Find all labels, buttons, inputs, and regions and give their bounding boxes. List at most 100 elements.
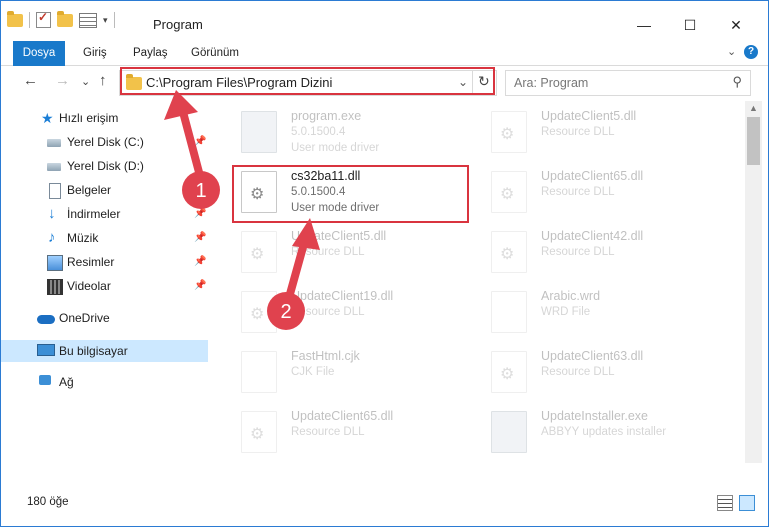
window-title: Program: [153, 17, 203, 32]
pin-icon[interactable]: 📌: [194, 232, 206, 243]
file-type: Resource DLL: [291, 246, 365, 258]
pin-icon[interactable]: 📌: [194, 136, 206, 147]
tab-giris[interactable]: Giriş: [73, 41, 117, 65]
dll-file-icon: ⚙: [241, 291, 277, 333]
gear-icon: ⚙: [250, 186, 265, 203]
file-item[interactable]: ⚙ UpdateClient5.dll Resource DLL: [479, 105, 719, 161]
file-name: UpdateClient19.dll: [291, 289, 394, 303]
file-item[interactable]: FastHtml.cjk CJK File: [229, 345, 469, 401]
search-input[interactable]: Ara: Program: [514, 76, 588, 90]
file-type: WRD File: [541, 306, 591, 318]
navigation-pane: ★ Hızlı erişim Yerel Disk (C:) 📌 Yerel D…: [1, 105, 208, 463]
address-dropdown-icon[interactable]: ⌄: [458, 75, 468, 89]
address-path[interactable]: C:\Program Files\Program Dizini: [146, 75, 332, 90]
dll-file-icon: ⚙: [491, 111, 527, 153]
sidebar-item-music[interactable]: ♪ Müzik 📌: [1, 227, 208, 249]
help-icon[interactable]: ?: [744, 45, 758, 59]
file-name: Arabic.wrd: [541, 289, 601, 303]
sidebar-item-this-pc[interactable]: Bu bilgisayar: [1, 340, 208, 362]
file-type: Resource DLL: [291, 426, 365, 438]
tab-gorunum[interactable]: Görünüm: [181, 41, 249, 65]
gear-icon: ⚙: [500, 186, 515, 203]
file-item[interactable]: Arabic.wrd WRD File: [479, 285, 719, 341]
file-item[interactable]: ⚙ UpdateClient65.dll Resource DLL: [479, 165, 719, 221]
folder-icon: [126, 74, 142, 90]
gear-icon: ⚙: [500, 366, 515, 383]
scroll-thumb[interactable]: [747, 117, 760, 165]
dll-file-icon: ⚙: [241, 231, 277, 273]
toolbar-divider: [29, 12, 30, 28]
maximize-button[interactable]: ☐: [667, 10, 713, 40]
search-icon[interactable]: ⚲: [732, 74, 742, 90]
file-version: 5.0.1500.4: [291, 186, 346, 198]
pin-icon[interactable]: 📌: [194, 280, 206, 291]
scroll-up-icon[interactable]: ▲: [749, 103, 758, 113]
sidebar-item-quick-access[interactable]: ★ Hızlı erişim: [1, 107, 208, 129]
address-divider: [472, 71, 473, 95]
recent-locations-button[interactable]: ⌄: [81, 75, 90, 88]
sidebar-item-pictures[interactable]: Resimler 📌: [1, 251, 208, 273]
details-view-icon[interactable]: [717, 495, 733, 511]
sidebar-item-local-disk-c[interactable]: Yerel Disk (C:) 📌: [1, 131, 208, 153]
up-button[interactable]: ↑: [99, 72, 107, 89]
file-item[interactable]: ⚙ UpdateClient65.dll Resource DLL: [229, 405, 469, 461]
sidebar-item-documents[interactable]: Belgeler: [1, 179, 208, 201]
file-name: UpdateInstaller.exe: [541, 409, 649, 423]
navigation-bar: ← → ⌄ ↑ C:\Program Files\Program Dizini …: [1, 66, 768, 100]
file-type: Resource DLL: [541, 246, 615, 258]
explorer-window: ▾ Program — ☐ ✕ Dosya Giriş Paylaş Görün…: [0, 0, 769, 527]
forward-button[interactable]: →: [55, 72, 70, 89]
vertical-scrollbar[interactable]: ▲: [745, 101, 762, 463]
file-item[interactable]: ⚙ UpdateClient5.dll Resource DLL: [229, 225, 469, 281]
sidebar-item-label: Belgeler: [67, 183, 112, 197]
gear-icon: ⚙: [250, 306, 265, 323]
sidebar-item-local-disk-d[interactable]: Yerel Disk (D:): [1, 155, 208, 177]
ribbon-tabs: Dosya Giriş Paylaş Görünüm ⌄ ?: [1, 41, 768, 97]
exe-file-icon: [241, 111, 277, 153]
refresh-button[interactable]: ↻: [478, 73, 490, 90]
file-item-cs32ba11[interactable]: ⚙ cs32ba11.dll 5.0.1500.4 User mode driv…: [229, 165, 469, 221]
customize-icon[interactable]: [79, 12, 97, 28]
file-item[interactable]: ⚙ UpdateClient19.dll Resource DLL: [229, 285, 469, 341]
drive-icon: [47, 163, 61, 171]
sidebar-item-downloads[interactable]: ↓ İndirmeler 📌: [1, 203, 208, 225]
sidebar-item-network[interactable]: Ağ: [1, 371, 208, 393]
file-type: Resource DLL: [541, 186, 615, 198]
sidebar-item-label: Yerel Disk (C:): [67, 135, 144, 149]
file-name: UpdateClient65.dll: [541, 169, 644, 183]
large-icons-view-icon[interactable]: [739, 495, 755, 511]
pin-icon[interactable]: 📌: [194, 208, 206, 219]
star-icon: ★: [41, 110, 54, 126]
videos-icon: [47, 279, 63, 295]
file-item[interactable]: UpdateInstaller.exe ABBYY updates instal…: [479, 405, 719, 461]
dll-file-icon: ⚙: [241, 411, 277, 453]
network-icon: [39, 375, 51, 385]
file-list: program.exe 5.0.1500.4 User mode driver …: [217, 101, 745, 463]
properties-icon[interactable]: [36, 10, 51, 28]
sidebar-item-label: Yerel Disk (D:): [67, 159, 144, 173]
minimize-button[interactable]: —: [621, 10, 667, 40]
file-name: UpdateClient63.dll: [541, 349, 644, 363]
close-button[interactable]: ✕: [713, 10, 759, 40]
chevron-down-icon[interactable]: ▾: [103, 15, 108, 26]
back-button[interactable]: ←: [23, 72, 38, 89]
sidebar-item-onedrive[interactable]: OneDrive: [1, 307, 208, 329]
sidebar-item-videos[interactable]: Videolar 📌: [1, 275, 208, 297]
sidebar-item-label: Ağ: [59, 375, 74, 389]
file-name: program.exe: [291, 109, 362, 123]
file-item[interactable]: ⚙ UpdateClient42.dll Resource DLL: [479, 225, 719, 281]
file-name: UpdateClient42.dll: [541, 229, 644, 243]
file-item[interactable]: ⚙ UpdateClient63.dll Resource DLL: [479, 345, 719, 401]
gear-icon: ⚙: [250, 246, 265, 263]
sidebar-item-label: Hızlı erişim: [59, 111, 119, 125]
file-name: UpdateClient65.dll: [291, 409, 394, 423]
generic-file-icon: [491, 291, 527, 333]
new-folder-icon[interactable]: [57, 10, 73, 27]
search-box[interactable]: Ara: Program ⚲: [505, 70, 751, 96]
expand-ribbon-icon[interactable]: ⌄: [727, 45, 736, 58]
pictures-icon: [47, 255, 63, 271]
pin-icon[interactable]: 📌: [194, 256, 206, 267]
address-bar[interactable]: C:\Program Files\Program Dizini ⌄ ↻: [119, 70, 497, 96]
tab-paylas[interactable]: Paylaş: [123, 41, 178, 65]
file-item[interactable]: program.exe 5.0.1500.4 User mode driver: [229, 105, 469, 161]
